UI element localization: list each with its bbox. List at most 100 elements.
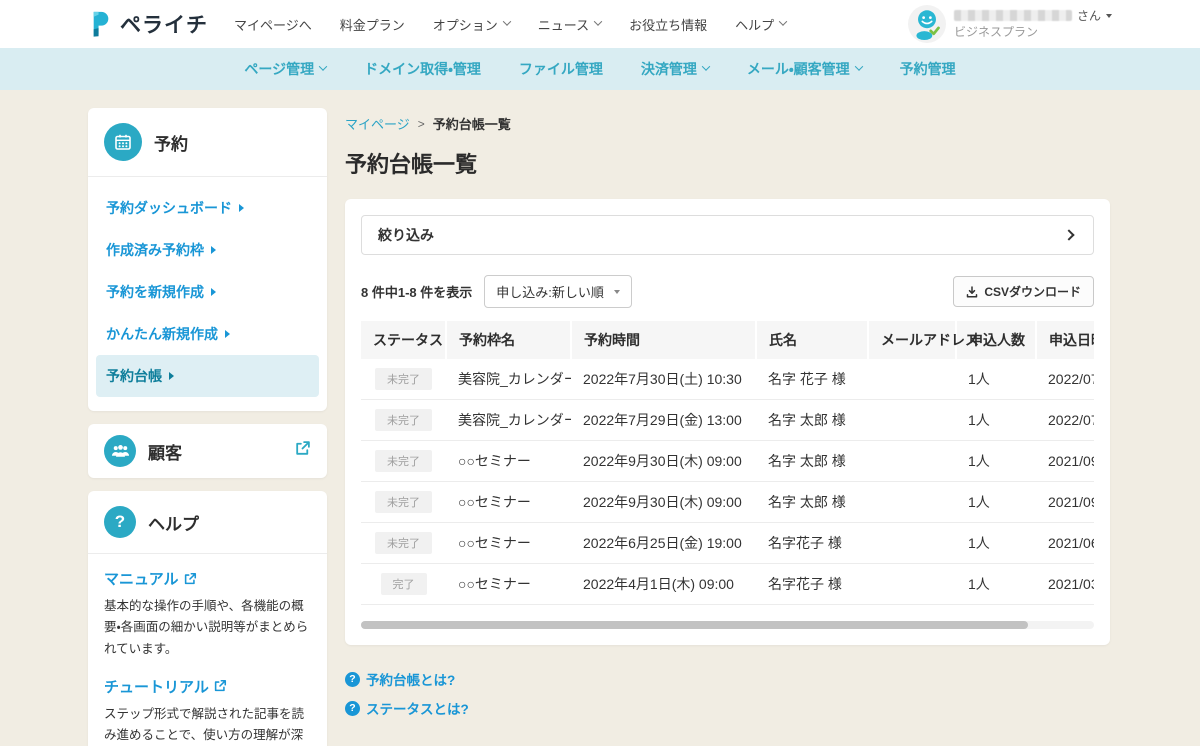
cell-applied-date: 2021/03/3 [1036,564,1094,605]
reservation-card: 予約 予約ダッシュボード 作成済み予約枠 [88,108,327,411]
help-card-title: ヘルプ [148,510,199,535]
sidebar-link[interactable]: 作成済み予約枠 [96,229,319,271]
cell-count: 1人 [956,523,1036,564]
subnav-item[interactable]: 決済管理 [641,59,709,79]
avatar [908,5,946,43]
status-badge: 未完了 [375,491,432,513]
logo[interactable]: ペライチ [88,9,208,39]
table-row[interactable]: 完了 ○○セミナー 2022年4月1日(木) 09:00 名字花子 様 1人 2… [361,564,1094,605]
help-item: チュートリアル ステップ形式で解説された記事を読み進めることで、使い方の理解が深… [104,676,311,746]
cell-name: 名字 太郎 様 [756,441,868,482]
reservations-table: ステータス予約枠名予約時間氏名メールアドレス申込人数申込日時 未完了 美容院_カ… [361,321,1094,605]
question-icon: ? [345,701,360,716]
breadcrumb-separator: > [418,117,425,131]
sidebar-link[interactable]: かんたん新規作成 [96,313,319,355]
result-count: 8 件中1-8 件を表示 [361,282,472,301]
breadcrumb-home[interactable]: マイページ [345,114,410,133]
question-icon: ? [104,506,136,538]
table-row[interactable]: 未完了 美容院_カレンダー 2022年7月30日(土) 10:30 名字 花子 … [361,359,1094,400]
subnav-item[interactable]: 予約管理 [900,59,956,79]
calendar-icon [104,123,142,161]
table-row[interactable]: 未完了 ○○セミナー 2022年6月25日(金) 19:00 名字花子 様 1人… [361,523,1094,564]
topnav-item[interactable]: ヘルプ [735,15,786,34]
external-link-icon [294,440,311,462]
reservations-panel: 絞り込み 8 件中1-8 件を表示 申し込み:新しい順 CSVダウンロード [345,199,1110,645]
topnav-item[interactable]: マイページへ [234,15,312,34]
cell-reservation-time: 2022年7月30日(土) 10:30 [571,359,756,400]
sidebar-link[interactable]: 予約を新規作成 [96,271,319,313]
cell-reservation-time: 2022年7月29日(金) 13:00 [571,400,756,441]
cell-slot-name: 美容院_カレンダー [446,400,571,441]
status-badge: 完了 [381,573,427,595]
page-title: 予約台帳一覧 [345,147,1110,179]
cell-applied-date: 2022/07/2 [1036,400,1094,441]
sort-dropdown[interactable]: 申し込み:新しい順 [484,275,632,308]
topnav-item[interactable]: お役立ち情報 [629,15,707,34]
cell-email [868,523,956,564]
table-controls: 8 件中1-8 件を表示 申し込み:新しい順 CSVダウンロード [361,275,1094,308]
chevron-down-icon [854,62,862,70]
cell-slot-name: ○○セミナー [446,564,571,605]
subnav-item[interactable]: ページ管理 [244,59,326,79]
subnav-item[interactable]: メール・顧客管理 [747,59,862,79]
table-row[interactable]: 未完了 美容院_カレンダー 2022年7月29日(金) 13:00 名字 太郎 … [361,400,1094,441]
logo-text: ペライチ [120,9,208,39]
chevron-down-icon [779,17,787,25]
table-header-cell: ステータス [361,321,446,359]
top-navigation: マイページへ 料金プラン オプション ニュース [234,15,786,34]
sidebar: 予約 予約ダッシュボード 作成済み予約枠 [88,108,327,746]
cell-email [868,359,956,400]
reservation-links: 予約ダッシュボード 作成済み予約枠 予約を新規作成 [88,176,327,411]
table-header-cell: 氏名 [756,321,868,359]
chevron-down-icon [319,62,327,70]
help-description: ステップ形式で解説された記事を読み進めることで、使い方の理解が深められます。 [104,704,311,746]
subnav-item[interactable]: ファイル管理 [519,59,603,79]
cell-count: 1人 [956,400,1036,441]
screen: ペライチ マイページへ 料金プラン オプション [0,0,1200,746]
breadcrumb-current: 予約台帳一覧 [433,114,511,133]
help-link[interactable]: チュートリアル [104,676,227,697]
customer-card-title: 顧客 [148,439,182,464]
cell-email [868,482,956,523]
topnav-item[interactable]: 料金プラン [340,15,405,34]
filter-label: 絞り込み [378,225,434,245]
help-card: ? ヘルプ マニュアル 基本的 [88,491,327,746]
reservation-card-title: 予約 [154,130,188,155]
question-link[interactable]: ? 予約台帳とは? [345,669,1110,689]
cell-name: 名字 太郎 様 [756,482,868,523]
caret-down-icon [1106,14,1112,18]
cell-count: 1人 [956,359,1036,400]
filter-toggle[interactable]: 絞り込み [361,215,1094,255]
table-row[interactable]: 未完了 ○○セミナー 2022年9月30日(木) 09:00 名字 太郎 様 1… [361,441,1094,482]
user-menu[interactable]: さん ビジネスプラン [908,5,1112,43]
customer-card[interactable]: 顧客 [88,424,327,478]
user-name-suffix: さん [1077,8,1101,24]
table-header-cell: 予約時間 [571,321,756,359]
sidebar-link[interactable]: 予約台帳 [96,355,319,397]
cell-reservation-time: 2022年9月30日(木) 09:00 [571,482,756,523]
chevron-down-icon [503,17,511,25]
cell-applied-date: 2022/07/2 [1036,359,1094,400]
question-link[interactable]: ? ステータスとは? [345,698,1110,718]
status-badge: 未完了 [375,450,432,472]
cell-email [868,400,956,441]
help-link[interactable]: マニュアル [104,568,197,589]
download-icon [966,286,978,298]
table-row[interactable]: 未完了 ○○セミナー 2022年9月30日(木) 09:00 名字 太郎 様 1… [361,482,1094,523]
cell-slot-name: ○○セミナー [446,441,571,482]
chevron-down-icon [594,17,602,25]
topnav-item[interactable]: オプション [433,15,510,34]
cell-slot-name: 美容院_カレンダー [446,359,571,400]
chevron-down-icon [702,62,710,70]
csv-download-button[interactable]: CSVダウンロード [953,276,1094,307]
table-header-row: ステータス予約枠名予約時間氏名メールアドレス申込人数申込日時 [361,321,1094,359]
external-link-icon [183,572,197,586]
horizontal-scrollbar-thumb[interactable] [361,621,1028,629]
status-badge: 未完了 [375,409,432,431]
topnav-item[interactable]: ニュース [538,15,601,34]
service-navigation: ページ管理 ドメイン取得・管理 ファイル管理 決済管理 メール・顧客管理 [0,48,1200,90]
cell-reservation-time: 2022年4月1日(木) 09:00 [571,564,756,605]
sidebar-link[interactable]: 予約ダッシュボード [96,187,319,229]
cell-slot-name: ○○セミナー [446,523,571,564]
subnav-item[interactable]: ドメイン取得・管理 [364,59,481,79]
